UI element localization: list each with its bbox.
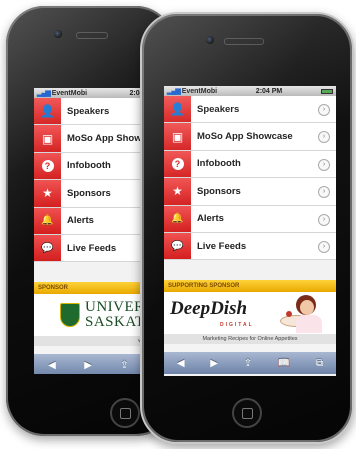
browser-toolbar: ◀ ▶ ⇪ 📖 ⧉ (164, 352, 336, 375)
speech-bubble-icon: 💬 (34, 234, 61, 262)
star-icon: ★ (164, 178, 191, 205)
sponsor-banner[interactable]: DeepDish DIGITAL (164, 292, 336, 335)
deepdish-subtitle: DIGITAL (220, 322, 254, 329)
signal-icon: ▂▄▆ (37, 90, 51, 97)
forward-button[interactable]: ▶ (84, 360, 92, 371)
person-icon: 👤 (34, 98, 61, 125)
menu-item-moso-app-showcase[interactable]: ▣ MoSo App Showcase › (164, 123, 336, 151)
earpiece (76, 32, 108, 39)
woman-with-pie-illustration-icon (280, 295, 330, 334)
chevron-right-icon[interactable]: › (318, 131, 330, 144)
clock: 2:04 PM (255, 87, 283, 95)
menu-label: Live Feeds (67, 242, 117, 254)
question-icon: ? (164, 150, 191, 178)
menu-label: Sponsors (197, 185, 241, 197)
menu-item-sponsors[interactable]: ★ Sponsors › (164, 178, 336, 206)
university-crest-icon (60, 303, 80, 328)
signal-icon: ▂▄▆ (167, 88, 181, 95)
menu-label: Infobooth (67, 160, 111, 172)
presentation-icon: ▣ (34, 125, 61, 152)
sponsor-tagline[interactable]: Marketing Recipes for Online Appetites (164, 334, 336, 345)
spacer (164, 260, 336, 281)
presentation-icon: ▣ (164, 123, 191, 150)
menu-label: Speakers (67, 105, 110, 117)
carrier: EventMobi (181, 88, 218, 95)
deepdish-logo: DeepDish (170, 298, 248, 320)
menu-label: Speakers (197, 103, 240, 115)
chevron-right-icon[interactable]: › (318, 158, 330, 171)
speech-bubble-icon: 💬 (164, 232, 191, 260)
tabs-button[interactable]: ⧉ (316, 358, 323, 369)
star-icon: ★ (34, 180, 61, 207)
menu-label: Alerts (197, 213, 224, 225)
battery-icon (320, 88, 333, 94)
menu-item-infobooth[interactable]: ? Infobooth › (164, 150, 336, 179)
chevron-right-icon[interactable]: › (318, 104, 330, 116)
chevron-right-icon[interactable]: › (318, 186, 330, 199)
menu-label: Live Feeds (197, 240, 247, 252)
person-icon: 👤 (164, 96, 191, 123)
home-button[interactable] (110, 398, 140, 428)
menu-label: MoSo App Showc (67, 133, 147, 145)
menu-label: Sponsors (67, 187, 111, 199)
back-button[interactable]: ◀ (177, 358, 185, 369)
question-icon: ? (34, 152, 61, 180)
chevron-right-icon[interactable]: › (318, 240, 330, 253)
menu-label: MoSo App Showcase (197, 131, 293, 143)
back-button[interactable]: ◀ (48, 360, 56, 371)
bell-icon: 🔔 (164, 205, 191, 232)
share-button[interactable]: ⇪ (120, 360, 128, 371)
front-camera (206, 36, 214, 44)
bell-icon: 🔔 (34, 207, 61, 234)
earpiece (224, 38, 264, 45)
menu-item-speakers[interactable]: 👤 Speakers › (164, 96, 336, 124)
right-screen: ▂▄▆ EventMobi 2:04 PM 👤 Speakers › ▣ MoSo A… (164, 86, 336, 376)
carrier: EventMobi (51, 90, 88, 97)
front-camera (54, 30, 62, 38)
menu-label: Infobooth (197, 158, 241, 170)
right-phone: ▂▄▆ EventMobi 2:04 PM 👤 Speakers › ▣ MoSo A… (140, 12, 354, 444)
chevron-right-icon[interactable]: › (318, 213, 330, 226)
menu-item-live-feeds[interactable]: 💬 Live Feeds › (164, 232, 336, 261)
home-button[interactable] (232, 398, 262, 428)
status-bar: ▂▄▆ EventMobi 2:04 PM (164, 86, 336, 96)
share-button[interactable]: ⇪ (244, 358, 252, 369)
menu-label: Alerts (67, 215, 94, 227)
menu-list: 👤 Speakers › ▣ MoSo App Showcase › ? Infoboot… (164, 96, 336, 261)
sponsor-header: SUPPORTING SPONSOR (164, 280, 336, 293)
bookmarks-button[interactable]: 📖 (278, 358, 290, 369)
forward-button[interactable]: ▶ (210, 358, 218, 369)
menu-item-alerts[interactable]: 🔔 Alerts › (164, 205, 336, 233)
